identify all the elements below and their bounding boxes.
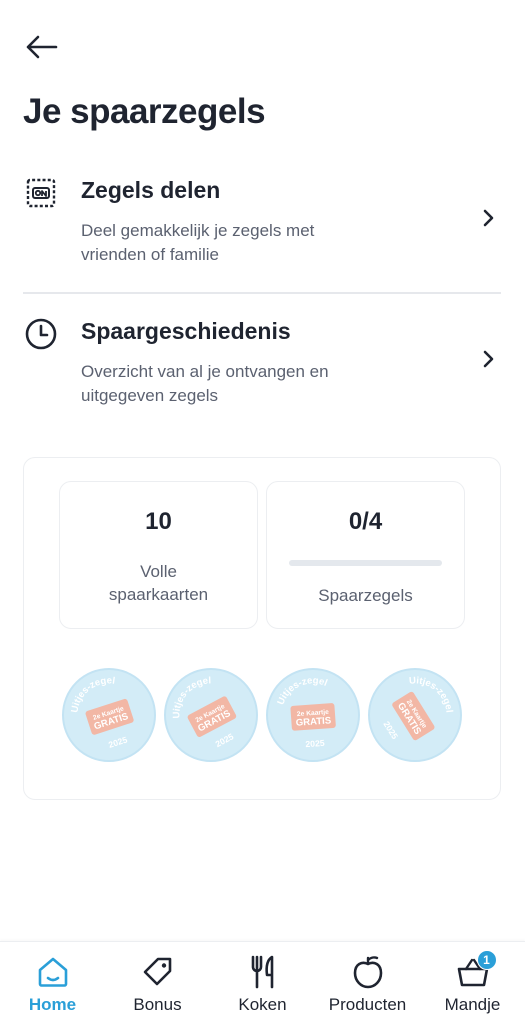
- stamps-value: 0/4: [348, 508, 383, 535]
- divider: [23, 292, 501, 294]
- stamp-year: 2025: [214, 731, 236, 749]
- stamp-slot: Uitjes-zegel 2e Kaartje GRATIS 2025: [266, 668, 360, 762]
- tab-mandje-label: Mandje: [444, 995, 501, 1014]
- uitjes-stamp-icon: Uitjes-zegel2e KaartjeGRATIS2025: [274, 674, 336, 749]
- full-cards-value: 10: [145, 508, 172, 535]
- bottom-tab-bar: Home Bonus Koken Producten 1 Mandje: [0, 941, 525, 1024]
- tab-producten[interactable]: Producten: [315, 942, 420, 1024]
- stamp-slot: Uitjes-zegel 2e Kaartje GRATIS 2025: [62, 668, 156, 762]
- chevron-right-icon: [479, 346, 499, 372]
- stamp-year: 2025: [107, 734, 129, 749]
- stamp-slot: Uitjes-zegel 2e Kaartje GRATIS 2025: [164, 668, 258, 762]
- share-stamps-title: Zegels delen: [81, 177, 221, 203]
- uitjes-stamp-icon: Uitjes-zegel2e KaartjeGRATIS2025: [166, 671, 237, 749]
- tab-mandje[interactable]: 1 Mandje: [420, 942, 525, 1024]
- chevron-right-icon: [479, 205, 499, 231]
- tab-bonus[interactable]: Bonus: [105, 942, 210, 1024]
- stamp-slots: Uitjes-zegel 2e Kaartje GRATIS 2025 Uitjes-z…: [62, 668, 464, 762]
- stamps-stat: 0/4 Spaarzegels: [266, 481, 465, 629]
- share-stamp-icon: [23, 175, 59, 211]
- tab-koken[interactable]: Koken: [210, 942, 315, 1024]
- tab-bonus-label: Bonus: [133, 995, 182, 1014]
- stamp-slot: Uitjes-zegel 2e Kaartje GRATIS 2025: [368, 668, 462, 762]
- back-button[interactable]: [22, 30, 60, 64]
- uitjes-stamp-icon: Uitjes-zegel2e KaartjeGRATIS2025: [64, 672, 134, 750]
- arrow-left-icon: [26, 35, 58, 59]
- full-cards-label-text: Volle spaarkaarten: [108, 562, 209, 604]
- stamp-card: 10 Volle spaarkaarten 0/4 Spaarzegels Ui…: [23, 457, 501, 800]
- share-stamps-description: Deel gemakkelijk je zegels met vrienden …: [81, 221, 315, 264]
- savings-history-item[interactable]: Spaargeschiedenis Overzicht van al je on…: [23, 316, 503, 436]
- stamp-top-text: Uitjes-zegel: [274, 674, 331, 707]
- uitjes-stamp-icon: Uitjes-zegel2e KaartjeGRATIS2025: [381, 670, 458, 741]
- cart-count-badge: 1: [476, 950, 497, 970]
- basket-icon: 1: [453, 950, 497, 992]
- fork-knife-icon: [243, 952, 283, 992]
- apple-icon: [348, 952, 388, 992]
- full-cards-label: Volle spaarkaarten: [60, 560, 257, 606]
- stamps-progress-bar: [289, 560, 442, 566]
- tab-home-label: Home: [28, 995, 77, 1014]
- full-cards-stat: 10 Volle spaarkaarten: [59, 481, 258, 629]
- clock-icon: [23, 316, 59, 352]
- stamp-year: 2025: [381, 719, 400, 741]
- stamps-label: Spaarzegels: [318, 586, 413, 605]
- tab-koken-label: Koken: [238, 995, 287, 1014]
- share-stamps-item[interactable]: Zegels delen Deel gemakkelijk je zegels …: [23, 175, 503, 295]
- bonus-tag-icon: [138, 952, 178, 992]
- tab-producten-label: Producten: [328, 995, 407, 1014]
- stamp-year: 2025: [305, 738, 325, 749]
- savings-history-title: Spaargeschiedenis: [81, 318, 291, 344]
- home-icon: [33, 952, 73, 992]
- tab-home[interactable]: Home: [0, 942, 105, 1024]
- page-title: Je spaarzegels: [23, 92, 266, 131]
- savings-history-description: Overzicht van al je ontvangen en uitgege…: [81, 362, 329, 405]
